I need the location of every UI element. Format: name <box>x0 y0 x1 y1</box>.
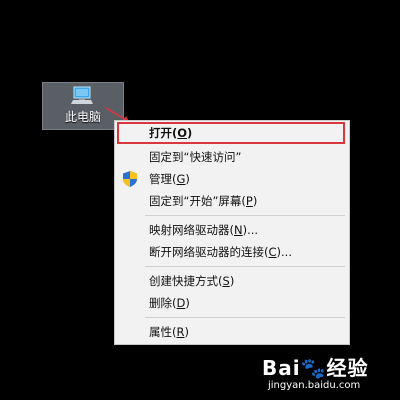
menu-item-suffix: )... <box>276 245 292 259</box>
menu-item-delete[interactable]: 删除(D) <box>115 292 349 314</box>
menu-item-pin-quick-access[interactable]: 固定到“快速访问” <box>115 146 349 168</box>
watermark-brand: Bai🐾经验 <box>262 352 369 381</box>
menu-separator <box>145 215 345 216</box>
menu-item-properties[interactable]: 属性(R) <box>115 321 349 343</box>
desktop: 此电脑 打开(O) 固定到“快速访问” 管理(G) 固定到“开始”屏幕(P) 映… <box>0 0 400 400</box>
menu-item-mnemonic: S <box>222 274 230 288</box>
menu-item-mnemonic: P <box>245 194 253 208</box>
baidu-jingyan-watermark: Bai🐾经验 jingyan.baidu.com <box>262 352 397 396</box>
context-menu: 打开(O) 固定到“快速访问” 管理(G) 固定到“开始”屏幕(P) 映射网络驱… <box>114 120 350 345</box>
menu-item-suffix: ) <box>229 274 235 288</box>
menu-item-label: 删除( <box>149 296 177 310</box>
menu-separator <box>145 317 345 318</box>
menu-item-suffix: ) <box>185 172 190 186</box>
menu-item-suffix: ) <box>252 194 258 208</box>
menu-item-label: 管理( <box>149 172 177 186</box>
menu-item-label: 固定到“开始”屏幕( <box>149 194 246 208</box>
menu-item-suffix: ) <box>184 325 190 339</box>
menu-item-label: 固定到“快速访问” <box>149 150 242 164</box>
uac-shield-icon <box>123 171 137 187</box>
menu-item-label: 映射网络驱动器( <box>149 223 234 237</box>
menu-item-label: 属性( <box>149 325 177 339</box>
highlight-box <box>117 122 345 144</box>
watermark-brand-text: Bai <box>262 356 301 380</box>
menu-item-mnemonic: N <box>234 223 243 237</box>
menu-item-pin-start[interactable]: 固定到“开始”屏幕(P) <box>115 190 349 212</box>
paw-icon: 🐾 <box>300 356 327 380</box>
menu-item-mnemonic: R <box>176 325 185 339</box>
menu-item-suffix: )... <box>242 223 259 237</box>
watermark-brand-suffix: 经验 <box>326 356 369 380</box>
menu-item-manage[interactable]: 管理(G) <box>115 168 349 190</box>
menu-item-label: 断开网络驱动器的连接( <box>149 245 269 259</box>
menu-item-map-network-drive[interactable]: 映射网络驱动器(N)... <box>115 219 349 241</box>
menu-item-mnemonic: C <box>268 245 277 259</box>
menu-item-label: 创建快捷方式( <box>149 274 223 288</box>
menu-separator <box>145 266 345 267</box>
menu-item-disconnect-network-drive[interactable]: 断开网络驱动器的连接(C)... <box>115 241 349 263</box>
watermark-url: jingyan.baidu.com <box>268 380 361 391</box>
menu-item-suffix: ) <box>185 296 190 310</box>
computer-icon <box>71 86 93 104</box>
menu-item-create-shortcut[interactable]: 创建快捷方式(S) <box>115 270 349 292</box>
